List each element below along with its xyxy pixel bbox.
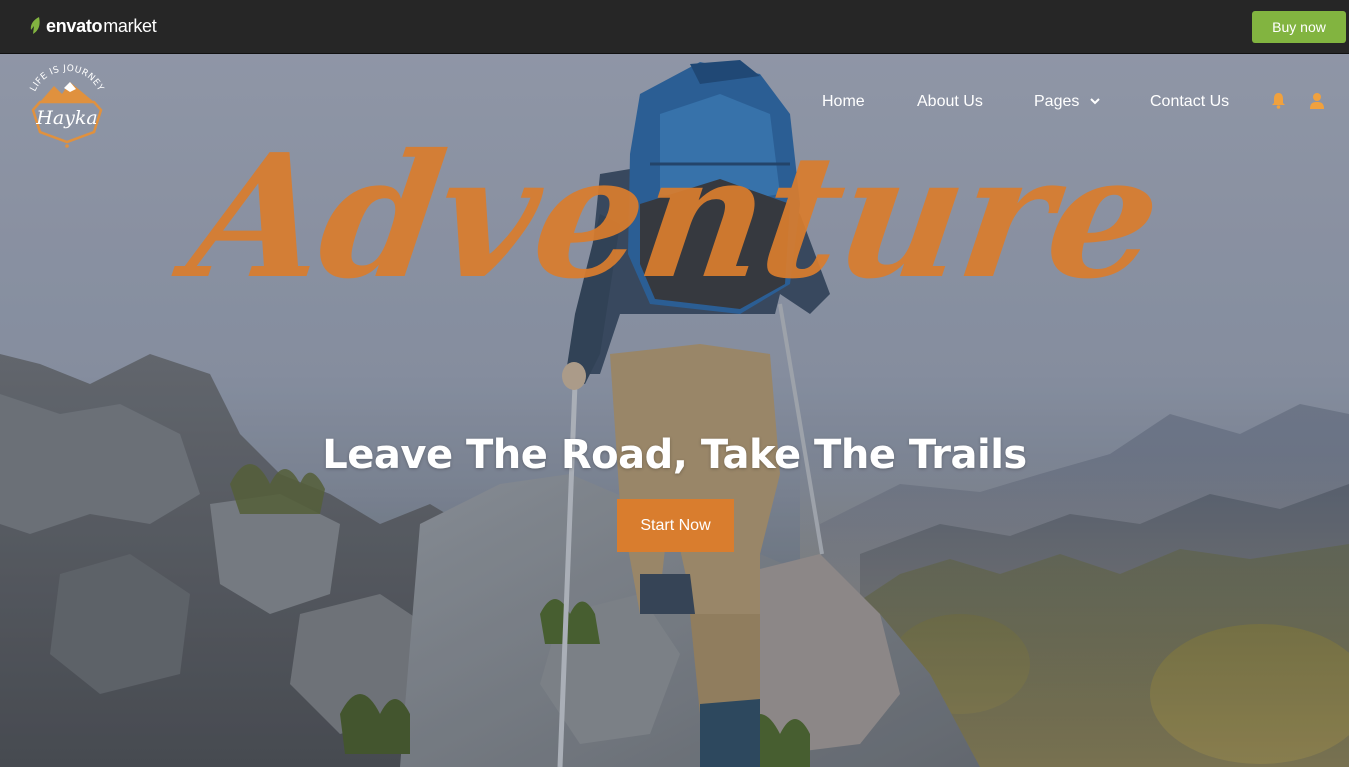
envato-market-logo[interactable]: envato market bbox=[29, 14, 157, 38]
bell-icon[interactable] bbox=[1271, 92, 1286, 109]
buy-now-button[interactable]: Buy now bbox=[1252, 11, 1346, 43]
nav-home[interactable]: Home bbox=[822, 93, 865, 111]
envato-market-wordmark: market bbox=[103, 15, 157, 36]
chevron-down-icon bbox=[1090, 98, 1100, 105]
envato-wordmark: envato bbox=[46, 15, 103, 36]
envato-leaf-icon bbox=[30, 17, 40, 34]
nav-pages-label: Pages bbox=[1034, 93, 1080, 110]
hero-section: LIFE IS JOURNEY Hayka Home About Us Page… bbox=[0, 54, 1349, 767]
main-nav: Home About Us Pages Contact Us bbox=[0, 93, 1349, 113]
start-now-button[interactable]: Start Now bbox=[617, 499, 734, 552]
envato-top-bar: envato market Buy now bbox=[0, 0, 1349, 54]
user-icon[interactable] bbox=[1309, 92, 1325, 109]
nav-about-us[interactable]: About Us bbox=[917, 93, 983, 111]
nav-contact-us[interactable]: Contact Us bbox=[1150, 93, 1229, 111]
hero-script-title: Adventure bbox=[178, 117, 1171, 317]
hero-headline: Leave The Road, Take The Trails bbox=[322, 432, 1027, 478]
nav-pages[interactable]: Pages bbox=[1034, 93, 1100, 111]
